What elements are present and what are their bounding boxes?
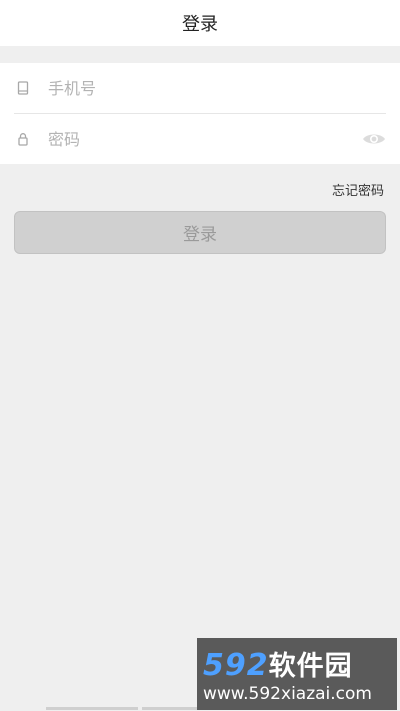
login-button[interactable]: 登录: [14, 211, 386, 254]
page-title: 登录: [182, 14, 218, 35]
watermark-brand-text: 软件园: [268, 651, 353, 682]
watermark-logo: 592软件园 www.592xiazai.com: [197, 638, 397, 710]
lock-icon: [16, 132, 30, 146]
watermark-number: 592: [203, 648, 269, 683]
login-form: [0, 63, 400, 164]
password-row: [0, 114, 400, 164]
watermark-url: www.592xiazai.com: [203, 684, 372, 704]
phone-input[interactable]: [48, 73, 340, 103]
forgot-password-link[interactable]: 忘记密码: [332, 180, 384, 199]
watermark-brand: 592软件园: [203, 644, 353, 683]
eye-icon[interactable]: [362, 128, 386, 150]
phone-row: [0, 63, 400, 113]
password-input[interactable]: [48, 124, 340, 154]
app-header: 登录: [0, 0, 400, 46]
phone-icon: [16, 81, 30, 95]
